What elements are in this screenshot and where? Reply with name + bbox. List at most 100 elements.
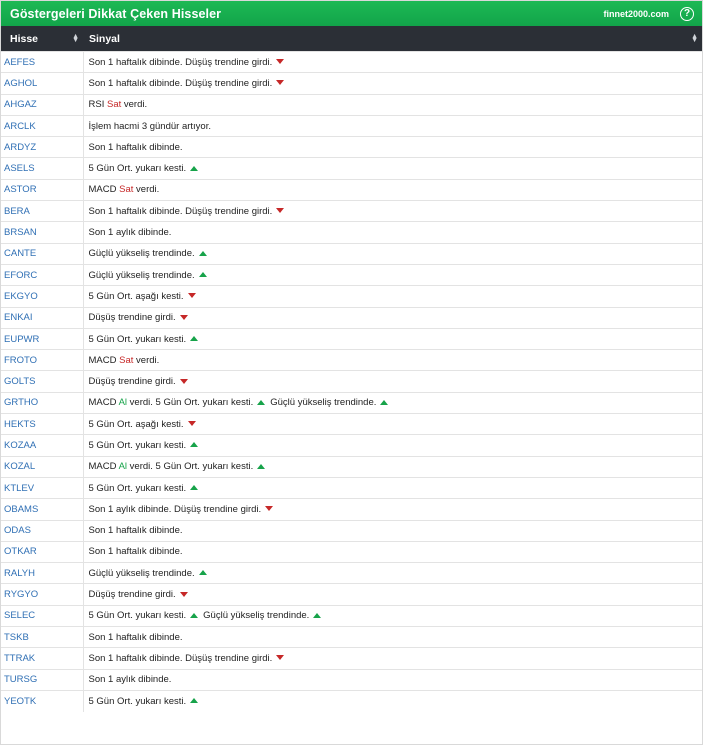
table-header: Hisse ▲ ▼ Sinyal ▲ ▼ [1,26,702,51]
column-header-symbol[interactable]: Hisse ▲ ▼ [1,33,83,45]
stock-symbol-link[interactable]: GOLTS [1,370,84,393]
stock-symbol-link[interactable]: FROTO [1,349,84,371]
table-row: ODAS Son 1 haftalık dibinde. [1,519,702,542]
stock-symbol-link[interactable]: ODAS [1,519,84,542]
stock-symbol-link[interactable]: BRSAN [1,221,84,244]
stock-symbol-link[interactable]: AEFES [1,50,84,73]
stock-symbol-link[interactable]: HEKTS [1,413,84,435]
signal-cell: Son 1 haftalık dibinde. Düşüş trendine g… [83,647,702,670]
table-row: RALYH Güçlü yükseliş trendinde. [1,562,702,584]
table-body: AEFES Son 1 haftalık dibinde. Düşüş trend… [1,50,702,712]
signal-cell: Son 1 haftalık dibinde. [83,540,702,563]
signal-cell: Son 1 aylık dibinde. [83,221,702,244]
signal-text: Son 1 haftalık dibinde. Düşüş trendine g… [88,652,273,664]
stock-symbol-link[interactable]: EKGYO [1,285,84,308]
stock-symbol-link[interactable]: CANTE [1,242,84,265]
stock-symbol-link[interactable]: KOZAL [1,455,84,478]
signal-text: Sat [119,184,134,196]
table-row: AEFES Son 1 haftalık dibinde. Düşüş trend… [1,50,702,73]
signal-text: Düşüş trendine girdi. [88,376,176,388]
signal-cell: Son 1 haftalık dibinde. Düşüş trendine g… [83,72,702,95]
widget-title: Göstergeleri Dikkat Çeken Hisseler [10,6,222,21]
triangle-up-icon [190,698,199,704]
brand-link[interactable]: finnet2000.com [603,9,669,19]
sort-icon[interactable]: ▲ ▼ [691,33,698,44]
signal-text: Al [118,397,128,409]
table-row: KTLEV 5 Gün Ort. yukarı kesti. [1,476,702,499]
table-row: OTKAR Son 1 haftalık dibinde. [1,540,702,563]
signal-cell: Düşüş trendine girdi. [83,370,702,393]
signal-text: verdi. [133,354,160,366]
table-row: RYGYO Düşüş trendine girdi. [1,583,702,606]
signal-text: İşlem hacmi 3 gündür artıyor. [88,120,212,132]
column-header-symbol-label: Hisse [10,32,39,45]
signal-cell: Son 1 haftalık dibinde. Düşüş trendine g… [83,200,702,222]
signal-cell: Son 1 haftalık dibinde. [83,136,702,158]
stock-symbol-link[interactable]: YEOTK [1,689,84,712]
stock-symbol-link[interactable]: RYGYO [1,583,84,606]
signal-text: Güçlü yükseliş trendinde. [270,397,377,409]
stock-symbol-link[interactable]: AHGAZ [1,93,84,116]
stock-symbol-link[interactable]: TTRAK [1,647,84,670]
stock-symbol-link[interactable]: TSKB [1,626,84,648]
signal-text: verdi. [133,184,160,196]
signal-cell: Son 1 haftalık dibinde. Düşüş trendine g… [83,50,702,73]
signal-cell: MACD Sat verdi. [83,349,702,371]
signal-cell: RSI Sat verdi. [83,93,702,116]
table-row: BRSAN Son 1 aylık dibinde. [1,221,702,244]
table-row: EFORC Güçlü yükseliş trendinde. [1,263,702,286]
stock-symbol-link[interactable]: TURSG [1,668,84,691]
table-row: AHGAZ RSI Sat verdi. [1,93,702,116]
column-header-signal[interactable]: Sinyal ▲ ▼ [83,33,702,45]
stock-symbol-link[interactable]: KOZAA [1,434,84,457]
signal-text: verdi. 5 Gün Ort. yukarı kesti. [127,397,254,409]
triangle-up-icon [190,485,199,491]
stock-symbol-link[interactable]: ASELS [1,157,84,180]
signal-text: Son 1 aylık dibinde. Düşüş trendine gird… [88,503,262,515]
table-row: AGHOL Son 1 haftalık dibinde. Düşüş trend… [1,72,702,95]
stock-symbol-link[interactable]: SELEC [1,604,84,627]
sort-icon[interactable]: ▲ ▼ [72,33,79,44]
table-row: TURSG Son 1 aylık dibinde. [1,668,702,691]
triangle-down-icon [265,506,274,512]
signal-text: Son 1 haftalık dibinde. Düşüş trendine g… [88,205,273,217]
signal-text: 5 Gün Ort. yukarı kesti. [88,163,187,175]
stock-symbol-link[interactable]: BERA [1,200,84,222]
signal-text: 5 Gün Ort. aşağı kesti. [88,290,184,302]
table-row: FROTO MACD Sat verdi. [1,349,702,371]
stock-symbol-link[interactable]: ARDYZ [1,136,84,158]
signal-text: Düşüş trendine girdi. [88,589,176,601]
table-row: CANTE Güçlü yükseliş trendinde. [1,242,702,265]
triangle-down-icon [187,293,196,299]
table-row: ENKAI Düşüş trendine girdi. [1,306,702,329]
column-header-signal-label: Sinyal [89,32,120,45]
stock-symbol-link[interactable]: OBAMS [1,498,84,521]
signal-cell: 5 Gün Ort. yukarı kesti. [83,434,702,457]
triangle-down-icon [187,421,196,427]
signal-text: Son 1 aylık dibinde. [88,227,172,239]
stock-symbol-link[interactable]: ASTOR [1,178,84,201]
stock-symbol-link[interactable]: GRTHO [1,391,84,414]
triangle-up-icon [257,399,266,405]
signal-text: 5 Gün Ort. yukarı kesti. [88,482,187,494]
stock-symbol-link[interactable]: AGHOL [1,72,84,95]
stock-symbol-link[interactable]: ARCLK [1,114,84,137]
stock-symbol-link[interactable]: ENKAI [1,306,84,329]
signal-text: MACD [88,397,119,409]
signal-cell: 5 Gün Ort. aşağı kesti. [83,285,702,308]
stock-symbol-link[interactable]: OTKAR [1,540,84,563]
help-icon[interactable]: ? [680,6,694,21]
table-row: ARCLK İşlem hacmi 3 gündür artıyor. [1,114,702,137]
triangle-up-icon [380,399,389,405]
triangle-down-icon [179,314,188,320]
stock-symbol-link[interactable]: KTLEV [1,476,84,499]
signal-cell: İşlem hacmi 3 gündür artıyor. [83,114,702,137]
stock-symbol-link[interactable]: EFORC [1,263,84,286]
stock-symbol-link[interactable]: RALYH [1,562,84,584]
signal-cell: MACD Al verdi. 5 Gün Ort. yukarı kesti. [83,455,702,478]
triangle-up-icon [190,612,199,618]
stock-symbol-link[interactable]: EUPWR [1,327,84,350]
table-row: YEOTK 5 Gün Ort. yukarı kesti. [1,689,702,712]
triangle-up-icon [198,570,207,576]
signal-text: Son 1 aylık dibinde. [88,674,172,686]
